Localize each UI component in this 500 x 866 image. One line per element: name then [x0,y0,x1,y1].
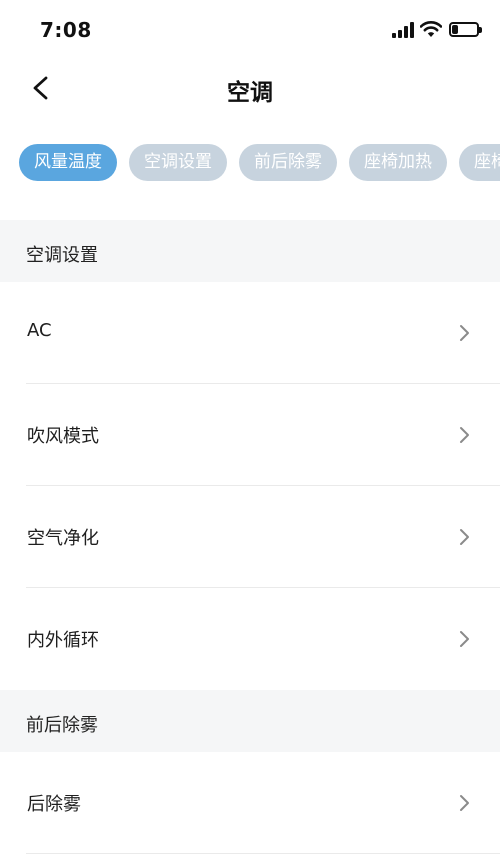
list-item-label: 吹风模式 [27,426,99,447]
cellular-signal-icon [392,22,416,38]
chevron-right-icon [460,427,469,443]
nav-bar: 空调 [0,60,500,118]
tab-ac-settings[interactable]: 空调设置 [129,144,227,181]
tab-seat-heating[interactable]: 座椅加热 [349,144,447,181]
screen: 7:08 空调 风量温度 空调设置 前后除雾 座椅加热 座椅通风 [0,0,500,866]
page-title: 空调 [227,80,273,106]
tab-seat-ventilation[interactable]: 座椅通风 [459,144,500,181]
list-item-label: 后除雾 [27,794,81,815]
wifi-icon [420,21,442,37]
tab-defog[interactable]: 前后除雾 [239,144,337,181]
battery-icon [449,22,482,37]
list-item-air-purification[interactable]: 空气净化 [0,486,500,588]
section-title: 空调设置 [26,245,98,266]
list-item-rear-defog[interactable]: 后除雾 [0,752,500,854]
list-item-label: AC [27,320,52,341]
section-header-ac-settings: 空调设置 [0,220,500,282]
chevron-right-icon [460,631,469,647]
section-title: 前后除雾 [26,715,98,736]
chevron-right-icon [460,325,469,341]
tab-bar: 风量温度 空调设置 前后除雾 座椅加热 座椅通风 [19,144,500,182]
list-item-label: 空气净化 [27,528,99,549]
list-item-label: 内外循环 [27,630,99,651]
chevron-right-icon [460,795,469,811]
list-item-ac[interactable]: AC [0,282,500,384]
status-bar: 7:08 [0,0,500,60]
section-header-defog: 前后除雾 [0,690,500,752]
battery-level-fill [452,25,458,34]
chevron-right-icon [460,529,469,545]
list-item-airflow-mode[interactable]: 吹风模式 [0,384,500,486]
divider [26,853,500,854]
status-time: 7:08 [40,18,92,42]
list-item-air-circulation[interactable]: 内外循环 [0,588,500,690]
tab-wind-temperature[interactable]: 风量温度 [19,144,117,181]
